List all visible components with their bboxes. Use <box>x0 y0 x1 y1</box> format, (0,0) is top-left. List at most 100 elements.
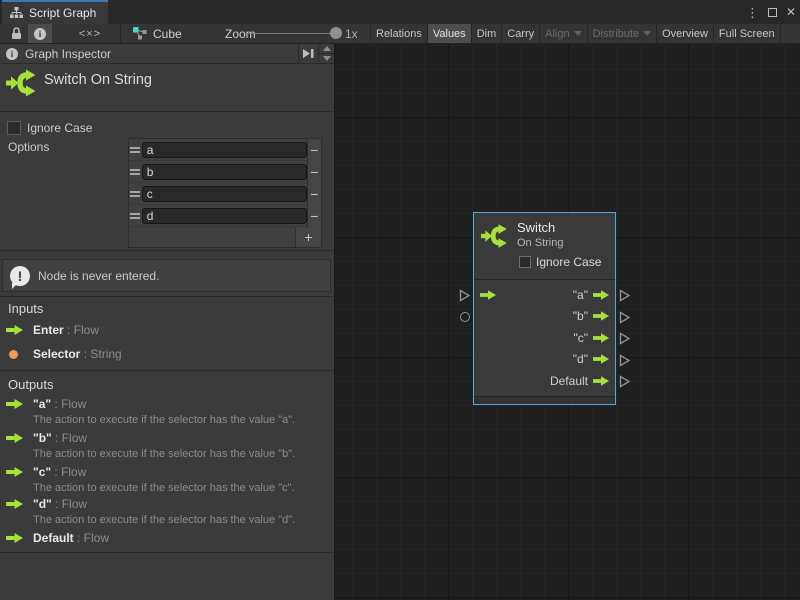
external-flow-port-triangle[interactable] <box>619 354 631 367</box>
output-entry-d: "d" : Flow The action to execute if the … <box>6 496 330 526</box>
tab-title: Script Graph <box>29 6 96 20</box>
triangle-down-icon <box>323 56 331 61</box>
external-flow-port-triangle[interactable] <box>619 289 631 302</box>
panel-scroll-spinner <box>318 44 334 63</box>
inspector-toggle-button[interactable]: i <box>28 24 52 43</box>
external-flow-port-triangle[interactable] <box>619 375 631 388</box>
lock-button[interactable] <box>4 24 28 43</box>
graph-owner-label: Cube <box>153 27 182 41</box>
option-value-input[interactable] <box>142 208 307 224</box>
warning-box: ! Node is never entered. <box>2 259 331 292</box>
switch-on-string-node[interactable]: Switch On String Ignore Case "a" "b" <box>473 212 616 405</box>
node-row-a: "a" <box>474 284 615 306</box>
chevron-down-icon <box>574 31 582 36</box>
dock-sidebar-button[interactable] <box>298 44 318 63</box>
drag-handle-icon[interactable] <box>129 169 142 175</box>
triangle-up-icon <box>323 46 331 51</box>
view-toggle-group: Relations Values Dim Carry Align Distrib… <box>370 24 800 43</box>
ignore-case-label: Ignore Case <box>27 121 92 135</box>
ignore-case-checkbox[interactable] <box>519 256 531 268</box>
divider <box>0 296 334 297</box>
align-dropdown[interactable]: Align <box>540 24 587 43</box>
output-port-arrow-icon[interactable] <box>593 376 609 386</box>
switch-node-icon <box>481 222 509 250</box>
drag-handle-icon[interactable] <box>129 191 142 197</box>
port-type: : Flow <box>74 531 109 545</box>
flow-arrow-icon <box>6 533 23 543</box>
graph-hierarchy-icon <box>10 7 23 19</box>
output-port-arrow-icon[interactable] <box>593 354 609 364</box>
flow-arrow-icon <box>6 325 23 335</box>
scroll-down-button[interactable] <box>319 54 334 63</box>
distribute-dropdown[interactable]: Distribute <box>588 24 657 43</box>
remove-option-button[interactable]: − <box>307 205 321 227</box>
option-value-input[interactable] <box>142 186 307 202</box>
overview-button[interactable]: Overview <box>657 24 714 43</box>
maximize-icon[interactable] <box>768 8 777 17</box>
node-subtitle: On String <box>517 237 563 249</box>
node-row-c: "c" <box>474 327 615 349</box>
full-screen-button[interactable]: Full Screen <box>714 24 781 43</box>
external-flow-port-triangle[interactable] <box>459 289 471 302</box>
graph-inspector-panel: i Graph Inspector <box>0 44 335 600</box>
option-row: − <box>129 139 321 161</box>
code-view-button[interactable]: <×> <box>66 24 114 43</box>
window-menu-icon[interactable]: ⋮ <box>746 6 759 19</box>
node-row-d: "d" <box>474 349 615 371</box>
flow-arrow-icon <box>6 467 23 477</box>
node-title-section: Switch On String <box>0 64 334 112</box>
port-name: Default <box>33 531 74 545</box>
align-label: Align <box>545 28 569 40</box>
zoom-slider-handle[interactable] <box>330 27 342 39</box>
external-flow-port-triangle[interactable] <box>619 332 631 345</box>
options-list: − − − − + <box>128 138 322 248</box>
remove-option-button[interactable]: − <box>307 183 321 205</box>
tab-script-graph[interactable]: Script Graph <box>2 0 108 24</box>
selector-port-dot-icon[interactable] <box>483 309 486 323</box>
output-entry-c: "c" : Flow The action to execute if the … <box>6 464 330 494</box>
option-value-input[interactable] <box>142 142 307 158</box>
port-type: : Flow <box>64 323 99 337</box>
flow-arrow-icon <box>6 433 23 443</box>
output-port-arrow-icon[interactable] <box>593 311 609 321</box>
close-icon[interactable]: ✕ <box>786 6 796 18</box>
port-type: : Flow <box>51 465 86 479</box>
options-label: Options <box>8 140 49 154</box>
enter-port-arrow-icon[interactable] <box>480 290 496 300</box>
node-row-b: "b" <box>474 306 615 328</box>
output-port-arrow-icon[interactable] <box>593 333 609 343</box>
inspector-header: i Graph Inspector <box>0 44 334 64</box>
node-title: Switch <box>517 220 555 235</box>
port-label: "c" <box>573 331 588 345</box>
port-description: The action to execute if the selector ha… <box>33 514 330 526</box>
port-type: : Flow <box>52 497 87 511</box>
dim-button[interactable]: Dim <box>472 24 503 43</box>
scroll-up-button[interactable] <box>319 44 334 54</box>
drag-handle-icon[interactable] <box>129 213 142 219</box>
divider <box>0 552 334 553</box>
port-label: "d" <box>573 352 588 366</box>
node-header[interactable]: Switch On String Ignore Case <box>474 213 615 280</box>
option-row: − <box>129 161 321 183</box>
external-value-port-circle[interactable] <box>460 312 470 322</box>
port-name: "b" <box>33 431 52 445</box>
zoom-slider[interactable] <box>247 33 335 34</box>
add-option-button[interactable]: + <box>295 227 321 247</box>
output-port-arrow-icon[interactable] <box>593 290 609 300</box>
values-button[interactable]: Values <box>428 24 472 43</box>
carry-button[interactable]: Carry <box>502 24 540 43</box>
window-controls: ⋮ ✕ <box>746 0 796 24</box>
remove-option-button[interactable]: − <box>307 139 321 161</box>
port-description: The action to execute if the selector ha… <box>33 448 330 460</box>
relations-button[interactable]: Relations <box>371 24 428 43</box>
remove-option-button[interactable]: − <box>307 161 321 183</box>
external-flow-port-triangle[interactable] <box>619 311 631 324</box>
drag-handle-icon[interactable] <box>129 147 142 153</box>
ignore-case-checkbox[interactable] <box>7 121 21 135</box>
graph-owner-button[interactable]: Cube <box>133 24 182 43</box>
graph-canvas[interactable]: Switch On String Ignore Case "a" "b" <box>335 44 800 600</box>
option-value-input[interactable] <box>142 164 307 180</box>
flow-arrow-icon <box>6 499 23 509</box>
port-description: The action to execute if the selector ha… <box>33 482 330 494</box>
output-entry-b: "b" : Flow The action to execute if the … <box>6 430 330 460</box>
